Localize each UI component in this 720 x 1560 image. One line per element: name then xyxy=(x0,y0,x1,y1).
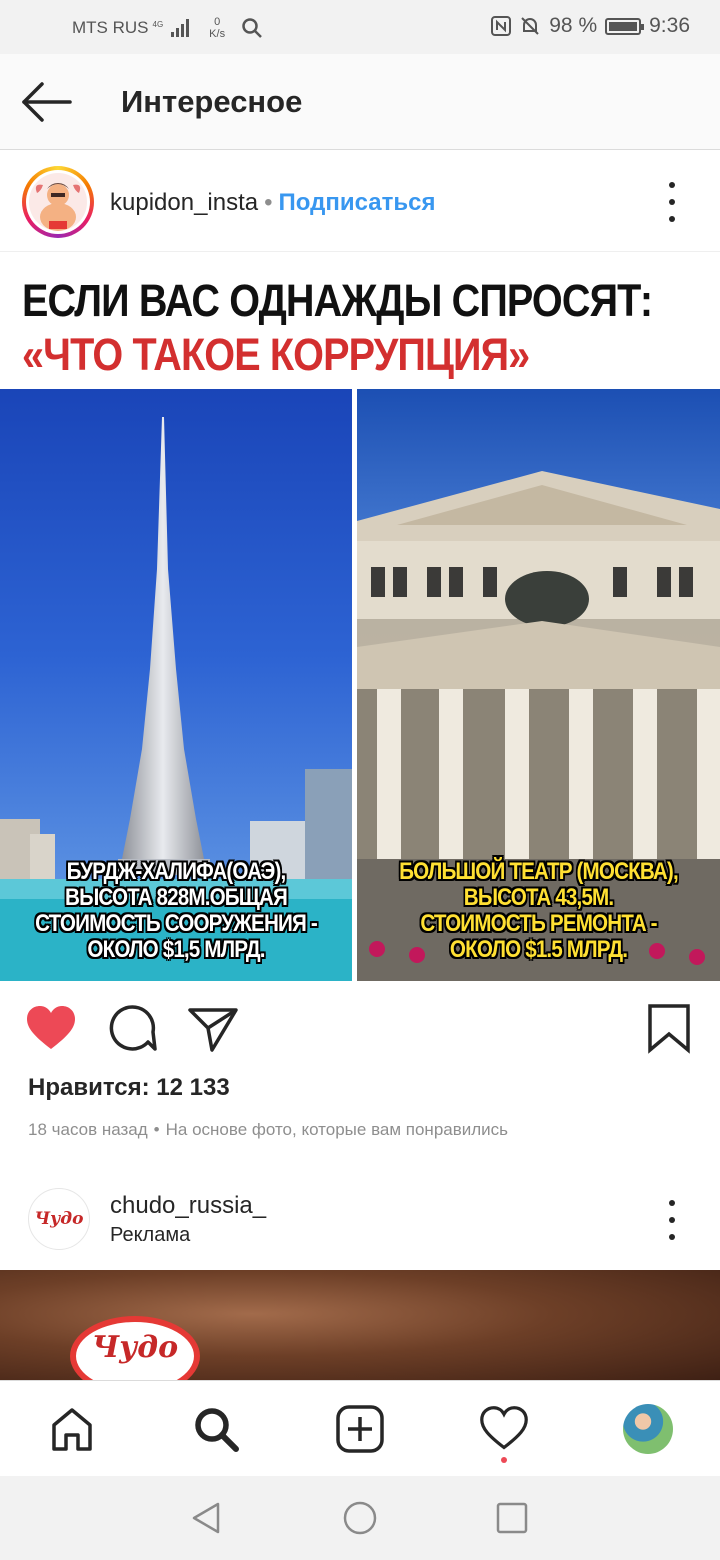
ad-more-options-icon[interactable] xyxy=(662,1200,682,1240)
speed-unit: K/s xyxy=(209,28,226,40)
bolshoi-caption-line-3: СТОИМОСТЬ РЕМОНТА - xyxy=(420,910,657,937)
like-button[interactable] xyxy=(24,1002,78,1056)
burj-caption-line-4: ОКОЛО $1,5 МЛРД. xyxy=(87,936,265,963)
page-title: Интересное xyxy=(121,84,303,119)
nav-activity[interactable] xyxy=(476,1401,532,1463)
burj-caption-line-3: СТОИМОСТЬ СООРУЖЕНИЯ - xyxy=(35,910,318,937)
nav-home[interactable] xyxy=(44,1401,100,1457)
follow-button[interactable]: Подписаться xyxy=(279,189,436,217)
paper-plane-icon xyxy=(188,1008,238,1052)
home-icon xyxy=(52,1408,92,1451)
post-meta: 18 часов назад • На основе фото, которые… xyxy=(28,1120,508,1140)
post-time: 18 часов назад xyxy=(28,1120,148,1139)
headline-line-1: ЕСЛИ ВАС ОДНАЖДЫ СПРОСЯТ: xyxy=(22,275,653,326)
burj-caption: БУРДЖ-ХАЛИФА(ОАЭ), ВЫСОТА 828М.ОБЩАЯ СТО… xyxy=(0,859,352,963)
ad-label: Реклама xyxy=(110,1224,191,1246)
post-header: kupidon_insta • Подписаться xyxy=(0,152,720,252)
battery-level xyxy=(609,21,637,31)
bolshoi-theatre-photo: БОЛЬШОЙ ТЕАТР (МОСКВА), ВЫСОТА 43,5М. СТ… xyxy=(357,389,720,981)
speed-value: 0 xyxy=(214,16,221,28)
burj-caption-line-2: ВЫСОТА 828М.ОБЩАЯ xyxy=(65,884,288,911)
comment-button[interactable] xyxy=(106,1002,160,1056)
bolshoi-caption-line-2: ВЫСОТА 43,5М. xyxy=(463,884,614,911)
meta-separator: • xyxy=(153,1120,160,1139)
carrier-label: MTS RUS xyxy=(72,18,149,37)
app-header: Интересное xyxy=(0,54,720,150)
system-back-button[interactable] xyxy=(188,1500,224,1536)
bolshoi-caption-line-4: ОКОЛО $1.5 МЛРД. xyxy=(449,936,628,963)
circle-home-icon xyxy=(343,1501,377,1535)
activity-notification-dot xyxy=(501,1457,507,1463)
image-headline: ЕСЛИ ВАС ОДНАЖДЫ СПРОСЯТ: «ЧТО ТАКОЕ КОР… xyxy=(0,253,720,389)
likes-count[interactable]: Нравится: 12 133 xyxy=(28,1074,230,1102)
post-author-line: kupidon_insta • Подписаться xyxy=(110,189,435,217)
nav-search[interactable] xyxy=(188,1401,244,1457)
ad-header: Чудо chudo_russia_ Реклама xyxy=(0,1170,720,1270)
bookmark-icon xyxy=(648,1004,690,1054)
heart-filled-icon xyxy=(27,1006,75,1049)
back-button[interactable] xyxy=(20,80,74,124)
triangle-back-icon xyxy=(192,1502,220,1534)
square-recents-icon xyxy=(496,1502,528,1534)
headline-line-2: «ЧТО ТАКОЕ КОРРУПЦИЯ» xyxy=(22,329,530,380)
ad-username[interactable]: chudo_russia_ xyxy=(110,1192,266,1220)
battery-percent: 98 % xyxy=(549,14,598,37)
system-recents-button[interactable] xyxy=(494,1500,530,1536)
battery-icon xyxy=(605,17,645,35)
signal-icon xyxy=(171,19,190,37)
nav-add-post[interactable] xyxy=(332,1401,388,1457)
bolshoi-caption: БОЛЬШОЙ ТЕАТР (МОСКВА), ВЫСОТА 43,5М. СТ… xyxy=(357,859,720,963)
search-status-icon xyxy=(242,18,262,38)
post-image[interactable]: ЕСЛИ ВАС ОДНАЖДЫ СПРОСЯТ: «ЧТО ТАКОЕ КОР… xyxy=(0,253,720,981)
burj-caption-line-1: БУРДЖ-ХАЛИФА(ОАЭ), xyxy=(66,858,287,885)
mute-icon xyxy=(521,17,539,35)
clock: 9:36 xyxy=(649,14,690,37)
post-more-options-icon[interactable] xyxy=(662,182,682,222)
nav-profile[interactable] xyxy=(620,1401,676,1457)
ad-image[interactable]: Чудо xyxy=(0,1270,720,1380)
add-post-icon xyxy=(336,1405,384,1453)
ad-brand-text: Чудо xyxy=(91,1329,179,1365)
system-home-button[interactable] xyxy=(342,1500,378,1536)
status-left: MTS RUS 4G 0 K/s xyxy=(72,16,263,40)
comment-icon xyxy=(109,1005,157,1051)
heart-outline-icon xyxy=(480,1406,528,1450)
network-type: 4G xyxy=(152,19,164,29)
separator-dot: • xyxy=(264,189,273,216)
network-speed: 0 K/s xyxy=(209,16,225,40)
post-author-avatar[interactable] xyxy=(22,166,94,238)
nfc-icon xyxy=(491,16,512,36)
profile-avatar xyxy=(623,1404,673,1454)
share-button[interactable] xyxy=(186,1002,240,1056)
bolshoi-caption-line-1: БОЛЬШОЙ ТЕАТР (МОСКВА), xyxy=(399,858,679,885)
ad-brand-badge: Чудо xyxy=(70,1316,200,1380)
bottom-navigation xyxy=(0,1380,720,1476)
system-navigation-bar xyxy=(0,1476,720,1560)
post-reason: На основе фото, которые вам понравились xyxy=(165,1120,509,1139)
post-actions xyxy=(0,982,720,1072)
search-icon xyxy=(195,1408,239,1452)
cupid-avatar-image xyxy=(29,173,87,231)
chudo-logo: Чудо xyxy=(34,1209,84,1229)
post-username[interactable]: kupidon_insta xyxy=(110,189,258,217)
status-bar: MTS RUS 4G 0 K/s 98 % 9:36 xyxy=(0,0,720,54)
arrow-left-icon xyxy=(22,82,72,122)
cupid-illustration xyxy=(35,183,81,231)
burj-khalifa-photo: БУРДЖ-ХАЛИФА(ОАЭ), ВЫСОТА 828М.ОБЩАЯ СТО… xyxy=(0,389,352,981)
ad-author-avatar[interactable]: Чудо xyxy=(28,1188,90,1250)
save-button[interactable] xyxy=(642,1002,696,1056)
status-right: 98 % 9:36 xyxy=(491,14,690,38)
